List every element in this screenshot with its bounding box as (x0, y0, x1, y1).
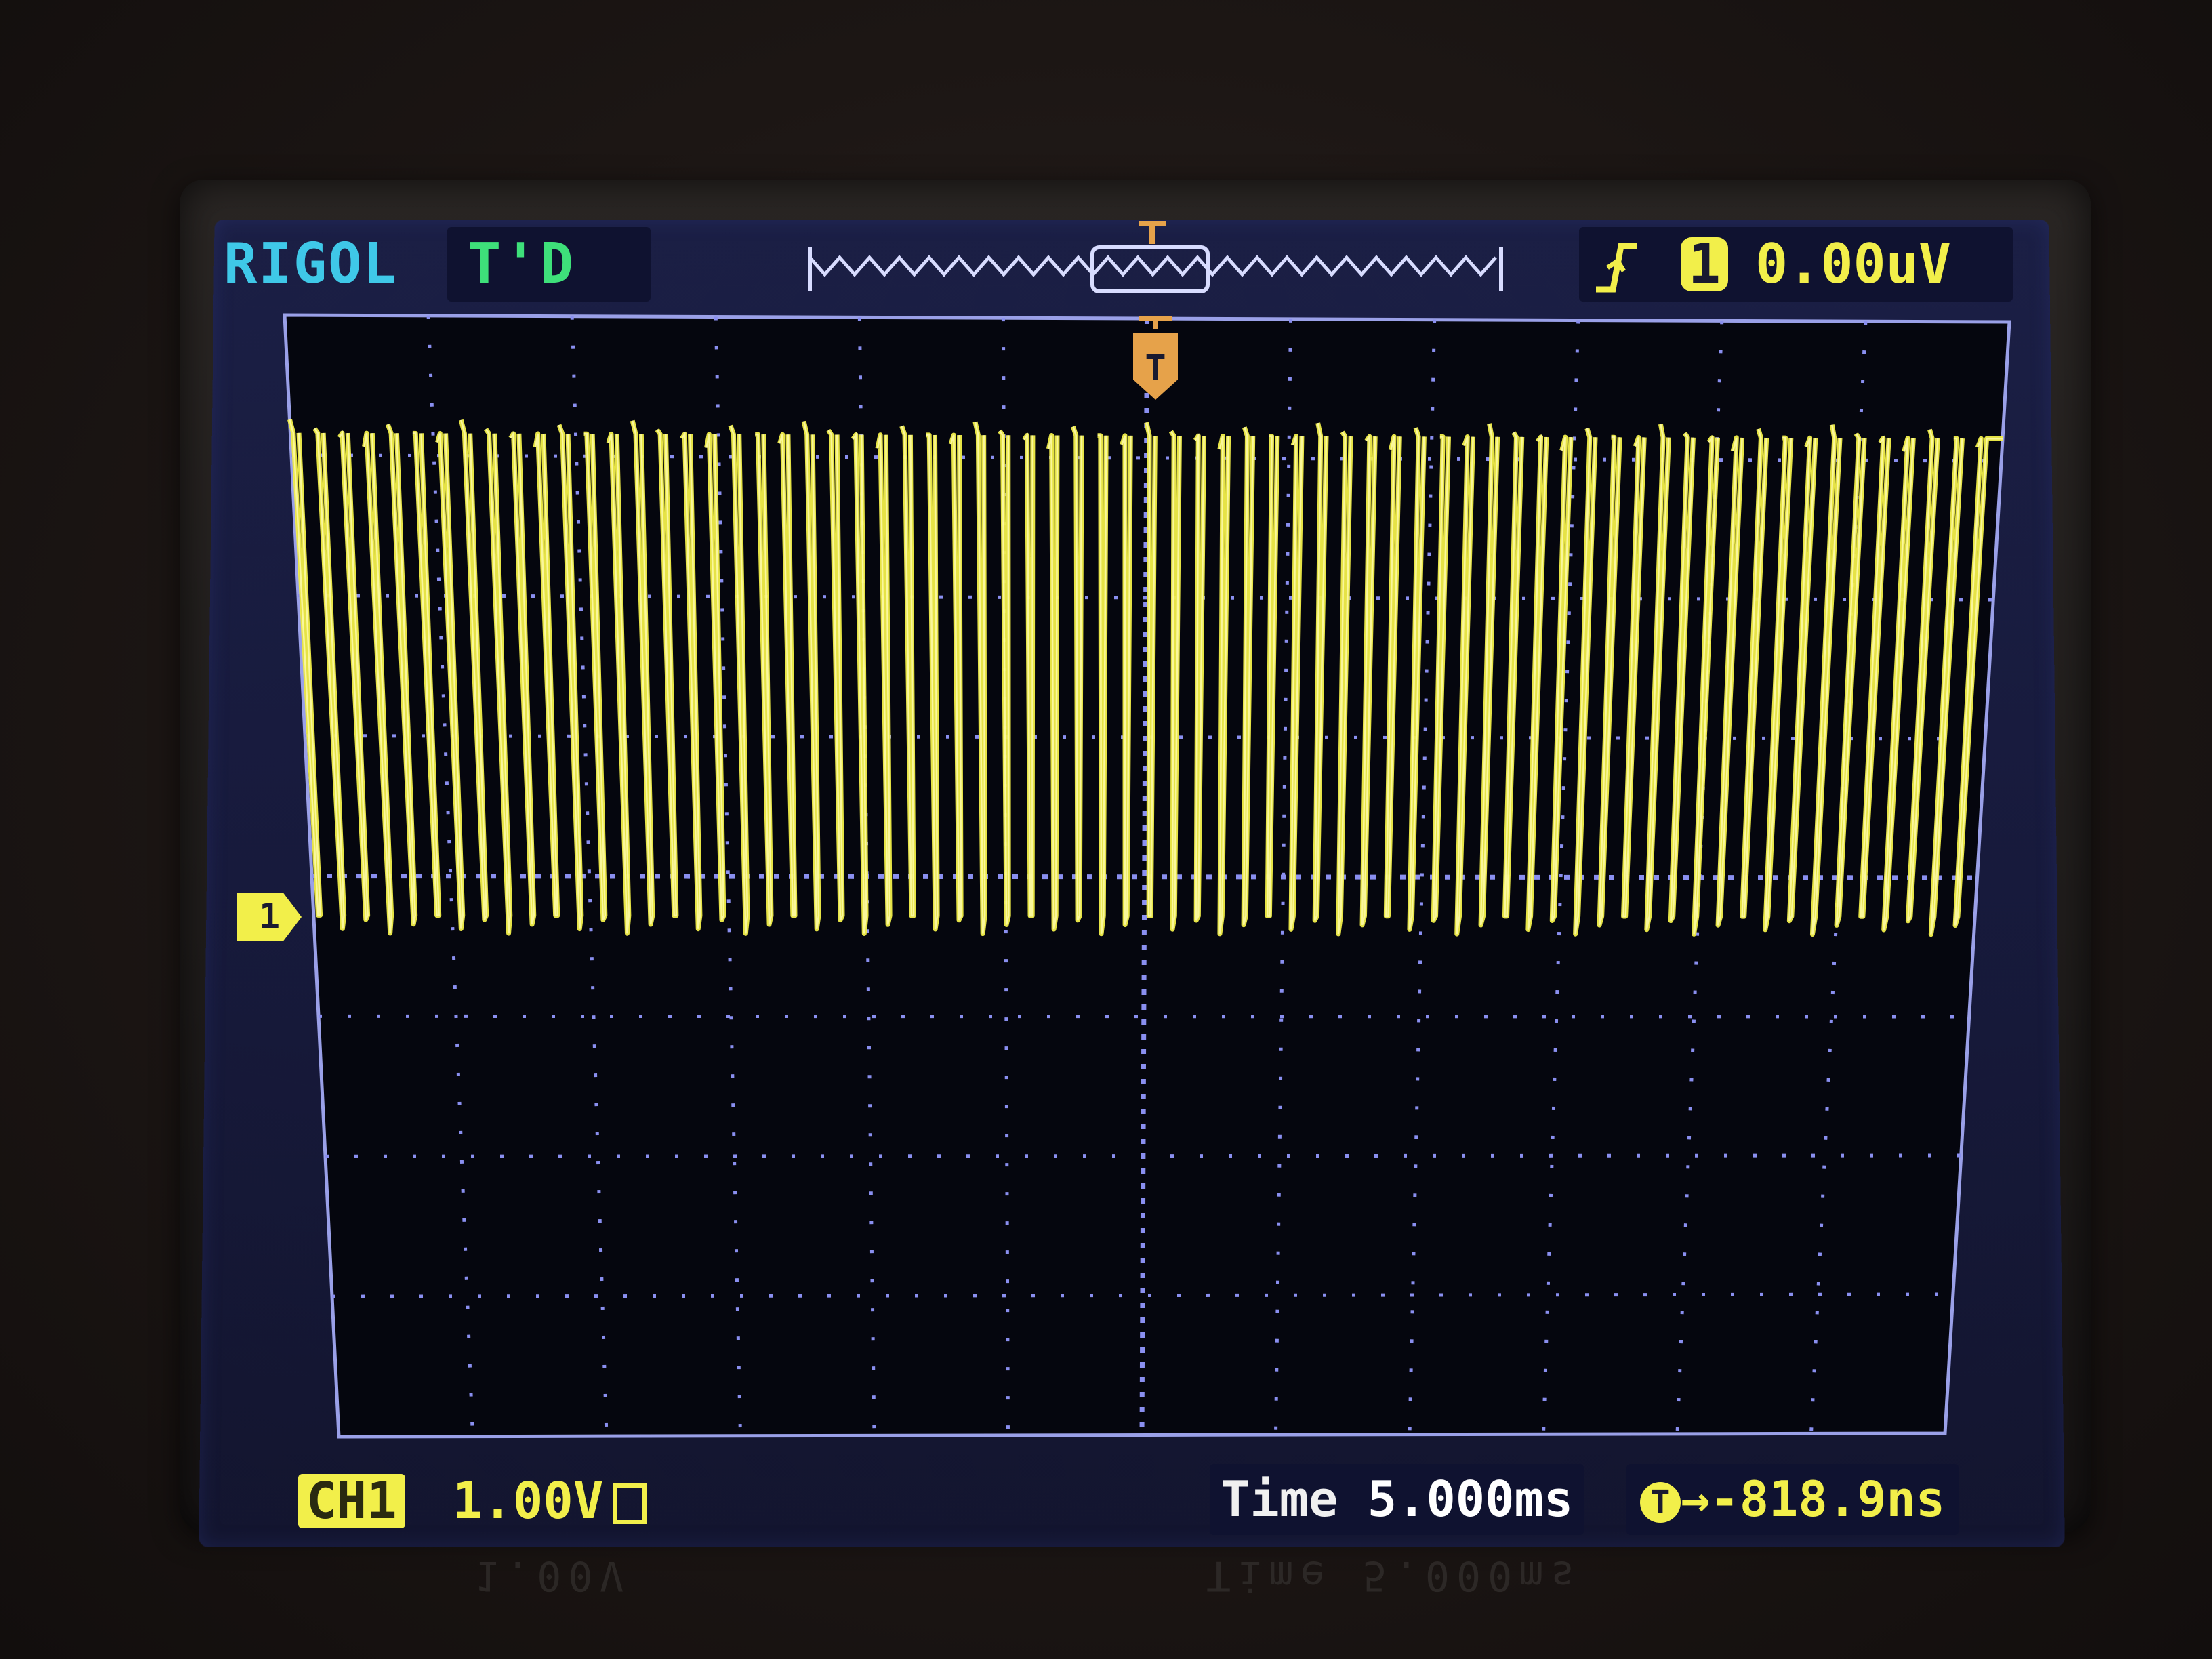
memory-trigger-pos (1139, 224, 1166, 244)
trigger-offset-icon: T (1640, 1482, 1681, 1523)
channel-scale: 1.00V (453, 1472, 604, 1530)
memory-bar-wave (810, 258, 1496, 274)
bezel-reflection: Time 5.000ms (1206, 1552, 1581, 1599)
channel-scale-readout[interactable]: CH1 1.00V (298, 1474, 647, 1528)
scope-graphics: T (0, 0, 2212, 1659)
trigger-marker-label: T (1145, 348, 1166, 388)
trigger-offset-readout[interactable]: T →-818.9ns (1626, 1464, 1959, 1535)
bezel-reflection: 1.00V (474, 1552, 631, 1599)
coupling-icon (613, 1483, 647, 1524)
time-value: 5.000ms (1368, 1471, 1573, 1528)
channel-tag: CH1 (298, 1474, 405, 1528)
timebase-readout[interactable]: Time 5.000ms (1210, 1464, 1584, 1535)
waveform-memory-icon (810, 224, 1501, 291)
time-label: Time (1221, 1471, 1338, 1528)
trigger-offset-value: →-818.9ns (1681, 1471, 1945, 1528)
